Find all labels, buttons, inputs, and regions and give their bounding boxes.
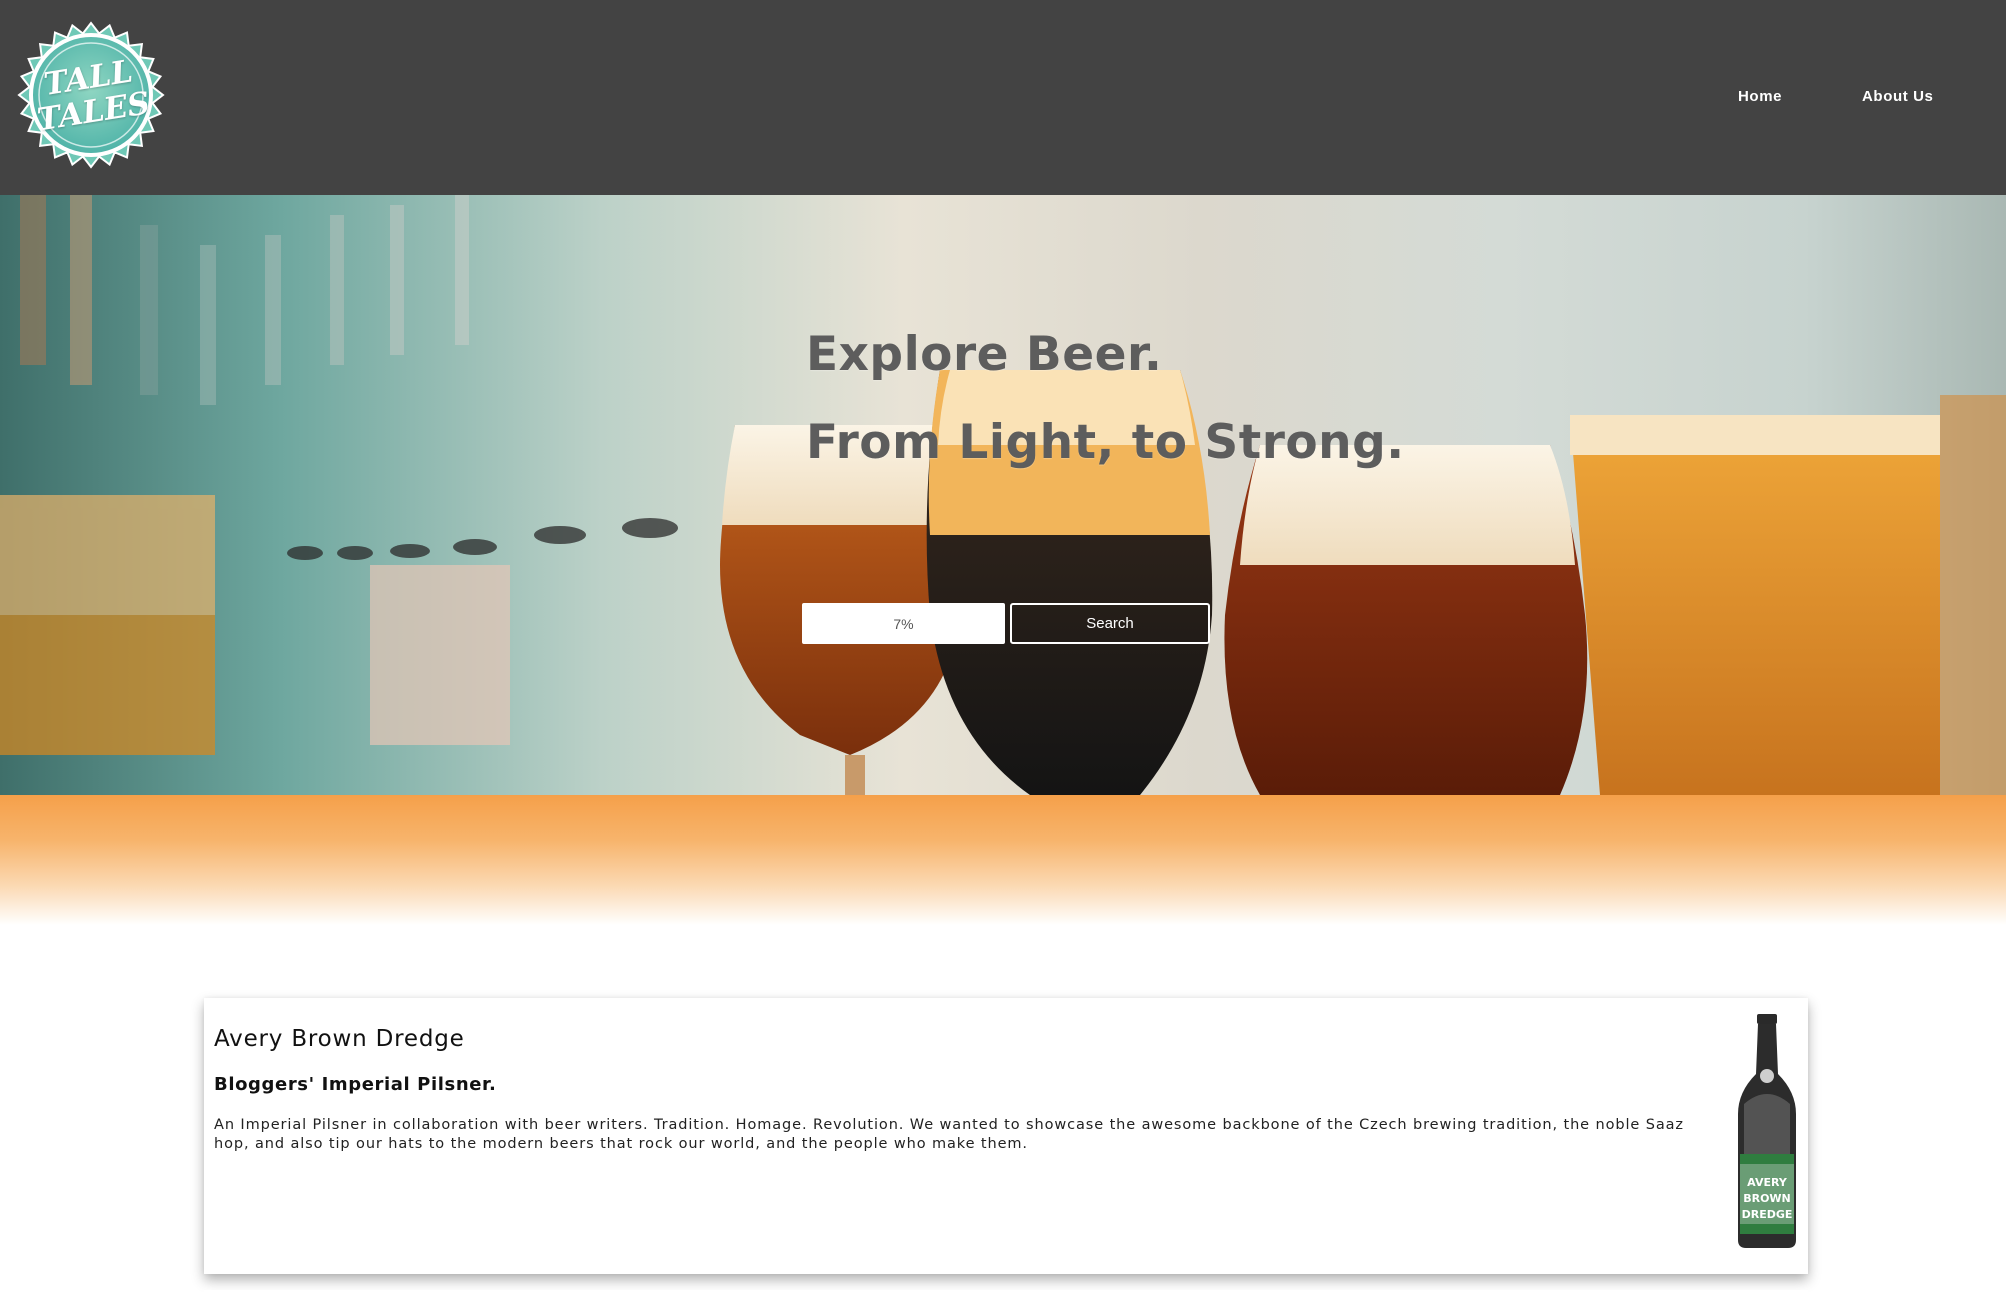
svg-text:BROWN: BROWN (1743, 1192, 1791, 1205)
beer-bottle-icon: AVERY BROWN DREDGE (1738, 1014, 1796, 1248)
beer-name: Bloggers' Imperial Pilsner. (214, 1074, 497, 1095)
orange-fade-divider (0, 795, 2006, 925)
site-logo[interactable]: TALL TALES (16, 20, 166, 170)
beer-brewer: Avery Brown Dredge (214, 1026, 465, 1052)
nav-about-us-link[interactable]: About Us (1862, 88, 1933, 105)
beer-card[interactable]: Avery Brown Dredge Bloggers' Imperial Pi… (204, 998, 1808, 1274)
svg-text:AVERY: AVERY (1747, 1176, 1788, 1189)
beer-bottle-image: AVERY BROWN DREDGE (1734, 1014, 1800, 1250)
next-card-edge (204, 1290, 1808, 1310)
hero-title-line-2: From Light, to Strong. (806, 415, 1405, 470)
logo-text: TALL TALES (5, 9, 177, 181)
search-button[interactable]: Search (1010, 603, 1210, 644)
beer-taps-background-image (0, 195, 2006, 795)
site-header: TALL TALES Home About Us (0, 0, 2006, 195)
hero-banner: Explore Beer. From Light, to Strong. Sea… (0, 195, 2006, 795)
hero-title-line-1: Explore Beer. (806, 327, 1163, 382)
nav-home-link[interactable]: Home (1738, 88, 1782, 105)
beer-description: An Imperial Pilsner in collaboration wit… (214, 1117, 1684, 1152)
svg-text:DREDGE: DREDGE (1742, 1208, 1793, 1221)
abv-search-input[interactable] (802, 603, 1005, 644)
